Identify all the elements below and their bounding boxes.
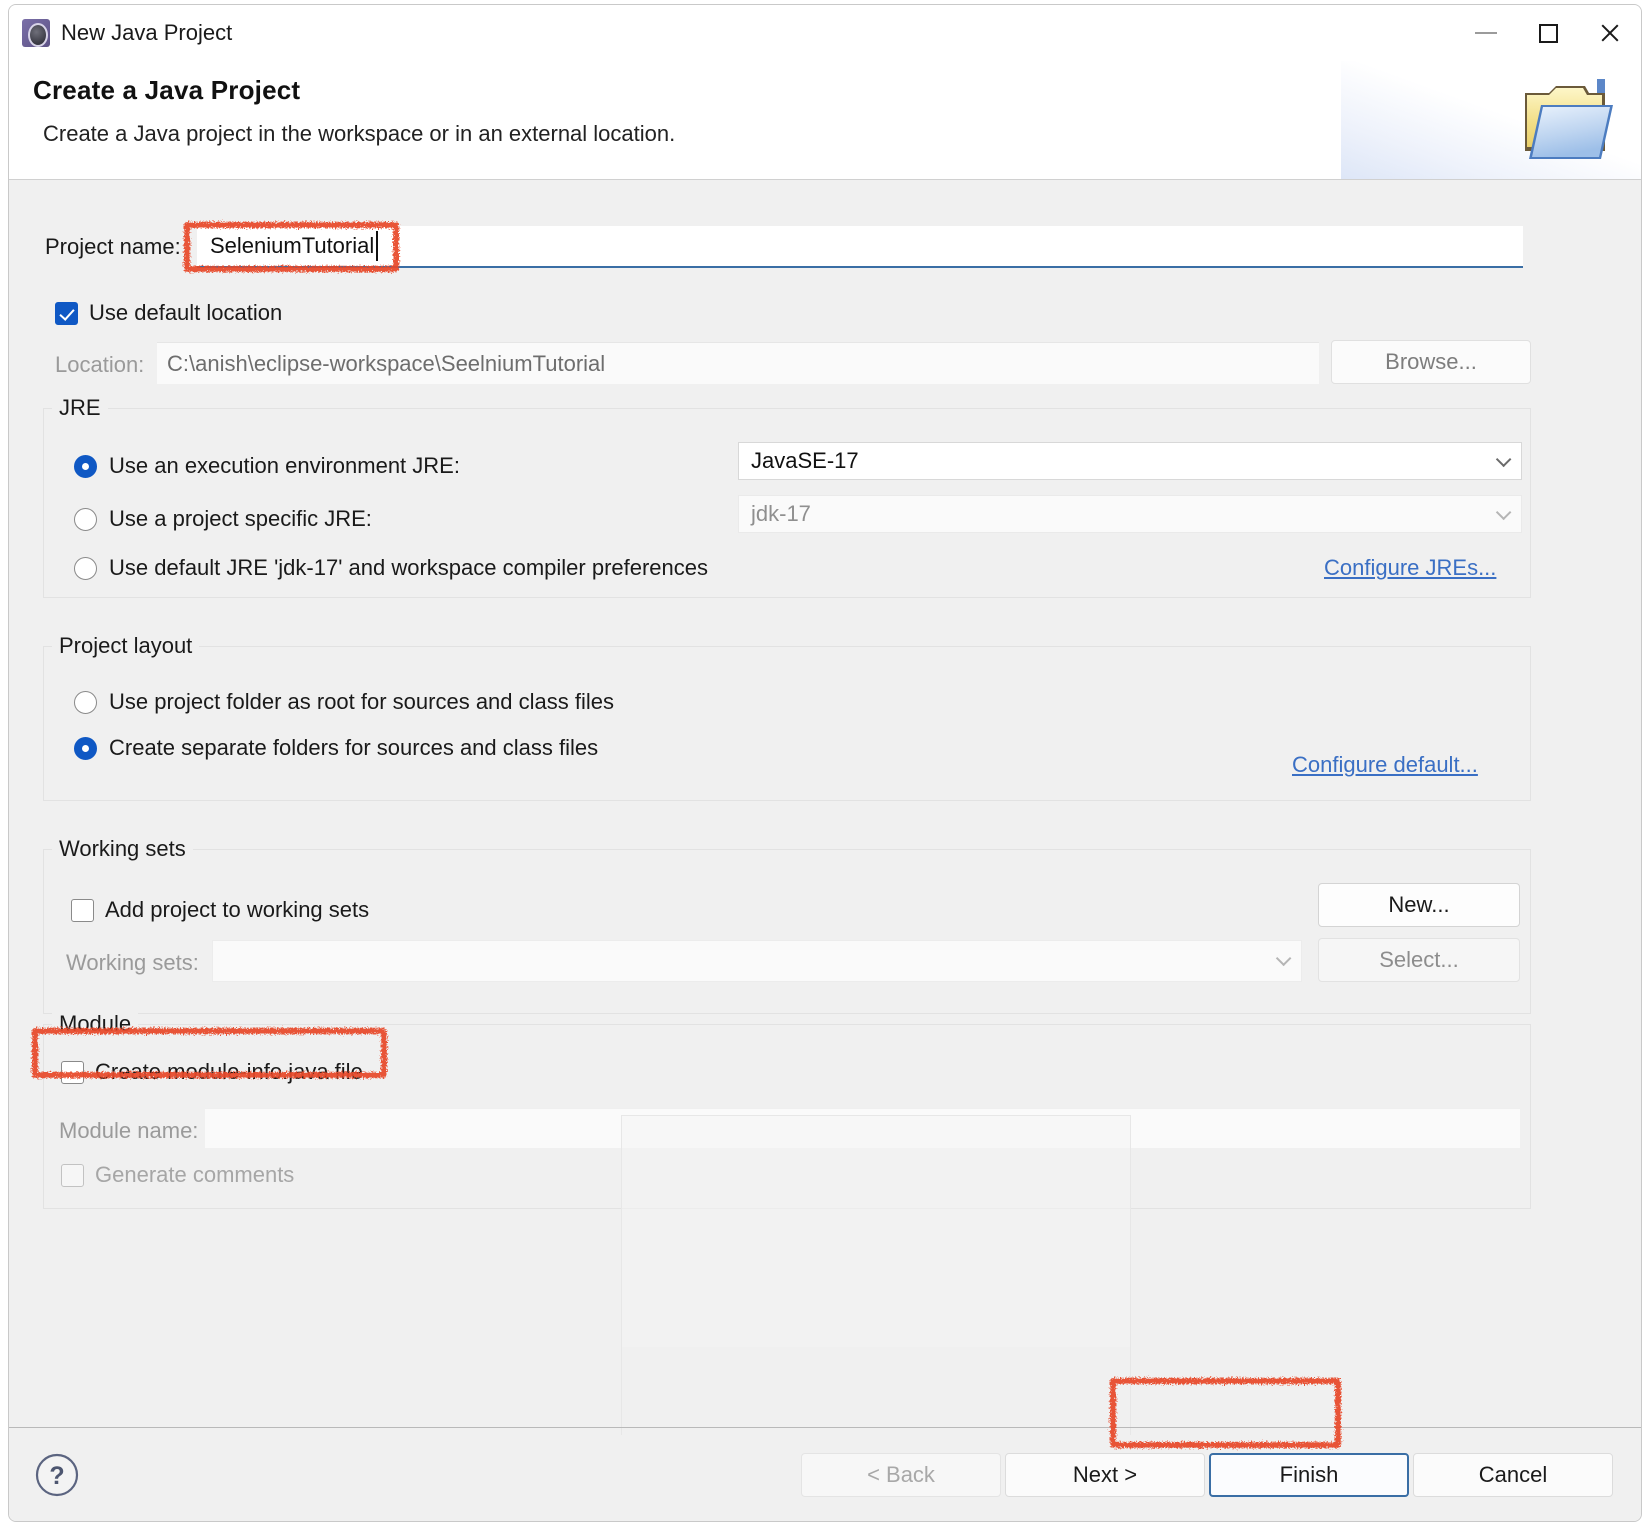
radio-execution-environment-jre[interactable]: Use an execution environment JRE:: [74, 453, 460, 479]
radio-label: Use a project specific JRE:: [109, 506, 372, 531]
execution-environment-value: JavaSE-17: [751, 448, 859, 473]
checkbox-icon-unchecked: [71, 898, 94, 922]
radio-project-specific-jre[interactable]: Use a project specific JRE:: [74, 506, 372, 532]
working-sets-value: [213, 941, 225, 966]
generate-comments-checkbox[interactable]: Generate comments: [61, 1162, 294, 1188]
radio-icon-selected: [74, 736, 97, 760]
project-name-value: SeleniumTutorial: [210, 233, 375, 258]
new-java-project-dialog: New Java Project Create a Java Project C…: [8, 4, 1642, 1522]
cancel-button[interactable]: Cancel: [1413, 1453, 1613, 1497]
project-jre-value: jdk-17: [751, 501, 811, 526]
jre-group-title: JRE: [52, 395, 108, 421]
checkbox-icon-disabled: [61, 1163, 84, 1187]
use-default-location-checkbox[interactable]: Use default location: [55, 300, 282, 326]
title-bar: New Java Project: [9, 5, 1641, 61]
checkbox-icon-unchecked: [61, 1060, 84, 1084]
location-label: Location:: [55, 352, 145, 377]
text-caret: [376, 231, 378, 261]
eclipse-icon: [22, 19, 50, 47]
window-title: New Java Project: [61, 20, 233, 45]
working-sets-dropdown[interactable]: [212, 940, 1302, 982]
location-value: C:\anish\eclipse-workspace\SeelniumTutor…: [167, 351, 606, 376]
background-overlay-panel: [621, 1115, 1131, 1347]
select-working-set-button[interactable]: Select...: [1318, 938, 1520, 982]
project-name-label: Project name:: [45, 234, 181, 259]
working-sets-group-title: Working sets: [52, 836, 193, 862]
radio-icon-unselected: [74, 556, 97, 580]
project-name-row: Project name: SeleniumTutorial: [9, 226, 1641, 270]
chevron-down-icon: [1495, 451, 1512, 467]
radio-icon-unselected: [74, 690, 97, 714]
radio-label: Use project folder as root for sources a…: [109, 689, 615, 714]
svg-text:?: ?: [49, 1462, 64, 1490]
finish-button[interactable]: Finish: [1209, 1453, 1409, 1497]
working-sets-label: Working sets:: [66, 950, 199, 975]
project-layout-group-title: Project layout: [52, 633, 200, 659]
new-working-set-button[interactable]: New...: [1318, 883, 1520, 927]
page-description: Create a Java project in the workspace o…: [43, 121, 676, 146]
window-controls: [1455, 5, 1641, 61]
banner-artwork: [1341, 61, 1641, 179]
module-name-label: Module name:: [59, 1118, 199, 1143]
radio-icon-selected: [74, 454, 97, 478]
title-bar-left: New Java Project: [9, 19, 232, 47]
chevron-down-icon: [1495, 504, 1512, 520]
minimize-icon: [1475, 32, 1497, 34]
create-module-info-checkbox[interactable]: Create module-info.java file: [61, 1059, 363, 1085]
radio-default-jre[interactable]: Use default JRE 'jdk-17' and workspace c…: [74, 555, 708, 581]
maximize-icon: [1538, 23, 1558, 43]
project-name-field[interactable]: SeleniumTutorial: [197, 226, 1523, 268]
generate-comments-label: Generate comments: [95, 1162, 295, 1187]
use-default-location-label: Use default location: [89, 300, 283, 325]
next-button[interactable]: Next >: [1005, 1453, 1205, 1497]
dialog-button-bar: < Back Next > Finish Cancel: [797, 1453, 1613, 1497]
radio-separate-folders[interactable]: Create separate folders for sources and …: [74, 735, 598, 761]
minimize-button[interactable]: [1455, 5, 1517, 61]
folder-icon: [1525, 79, 1613, 159]
radio-project-folder-root[interactable]: Use project folder as root for sources a…: [74, 689, 614, 715]
configure-default-link[interactable]: Configure default...: [1292, 752, 1478, 778]
jre-group: JRE Use an execution environment JRE: Ja…: [43, 395, 1531, 598]
close-button[interactable]: [1579, 5, 1641, 61]
location-field: C:\anish\eclipse-workspace\SeelniumTutor…: [157, 342, 1319, 384]
radio-icon-unselected: [74, 507, 97, 531]
add-working-sets-label: Add project to working sets: [105, 897, 370, 922]
add-project-to-working-sets-checkbox[interactable]: Add project to working sets: [71, 897, 369, 923]
dialog-content: Project name: SeleniumTutorial Use defau…: [9, 180, 1641, 1521]
maximize-button[interactable]: [1517, 5, 1579, 61]
project-layout-group: Project layout Use project folder as roo…: [43, 633, 1531, 801]
radio-label: Use default JRE 'jdk-17' and workspace c…: [109, 555, 709, 580]
footer-separator: [9, 1427, 1641, 1428]
configure-jres-link[interactable]: Configure JREs...: [1324, 555, 1496, 581]
working-sets-group: Working sets Add project to working sets…: [43, 836, 1531, 1014]
checkbox-icon-checked: [55, 301, 78, 325]
help-icon: ?: [35, 1453, 79, 1497]
module-group-title: Module: [52, 1011, 139, 1037]
project-jre-dropdown[interactable]: jdk-17: [738, 495, 1522, 533]
radio-label: Create separate folders for sources and …: [109, 735, 599, 760]
execution-environment-dropdown[interactable]: JavaSE-17: [738, 442, 1522, 480]
close-icon: [1599, 22, 1621, 44]
page-title: Create a Java Project: [33, 75, 301, 105]
browse-button[interactable]: Browse...: [1331, 340, 1531, 384]
create-module-info-label: Create module-info.java file: [95, 1059, 363, 1084]
back-button[interactable]: < Back: [801, 1453, 1001, 1497]
radio-label: Use an execution environment JRE:: [109, 453, 460, 478]
chevron-down-icon: [1275, 950, 1292, 967]
dialog-banner: Create a Java Project Create a Java proj…: [9, 61, 1641, 180]
background-overlay-panel-lower: [621, 1347, 1131, 1435]
help-button[interactable]: ?: [35, 1453, 79, 1497]
